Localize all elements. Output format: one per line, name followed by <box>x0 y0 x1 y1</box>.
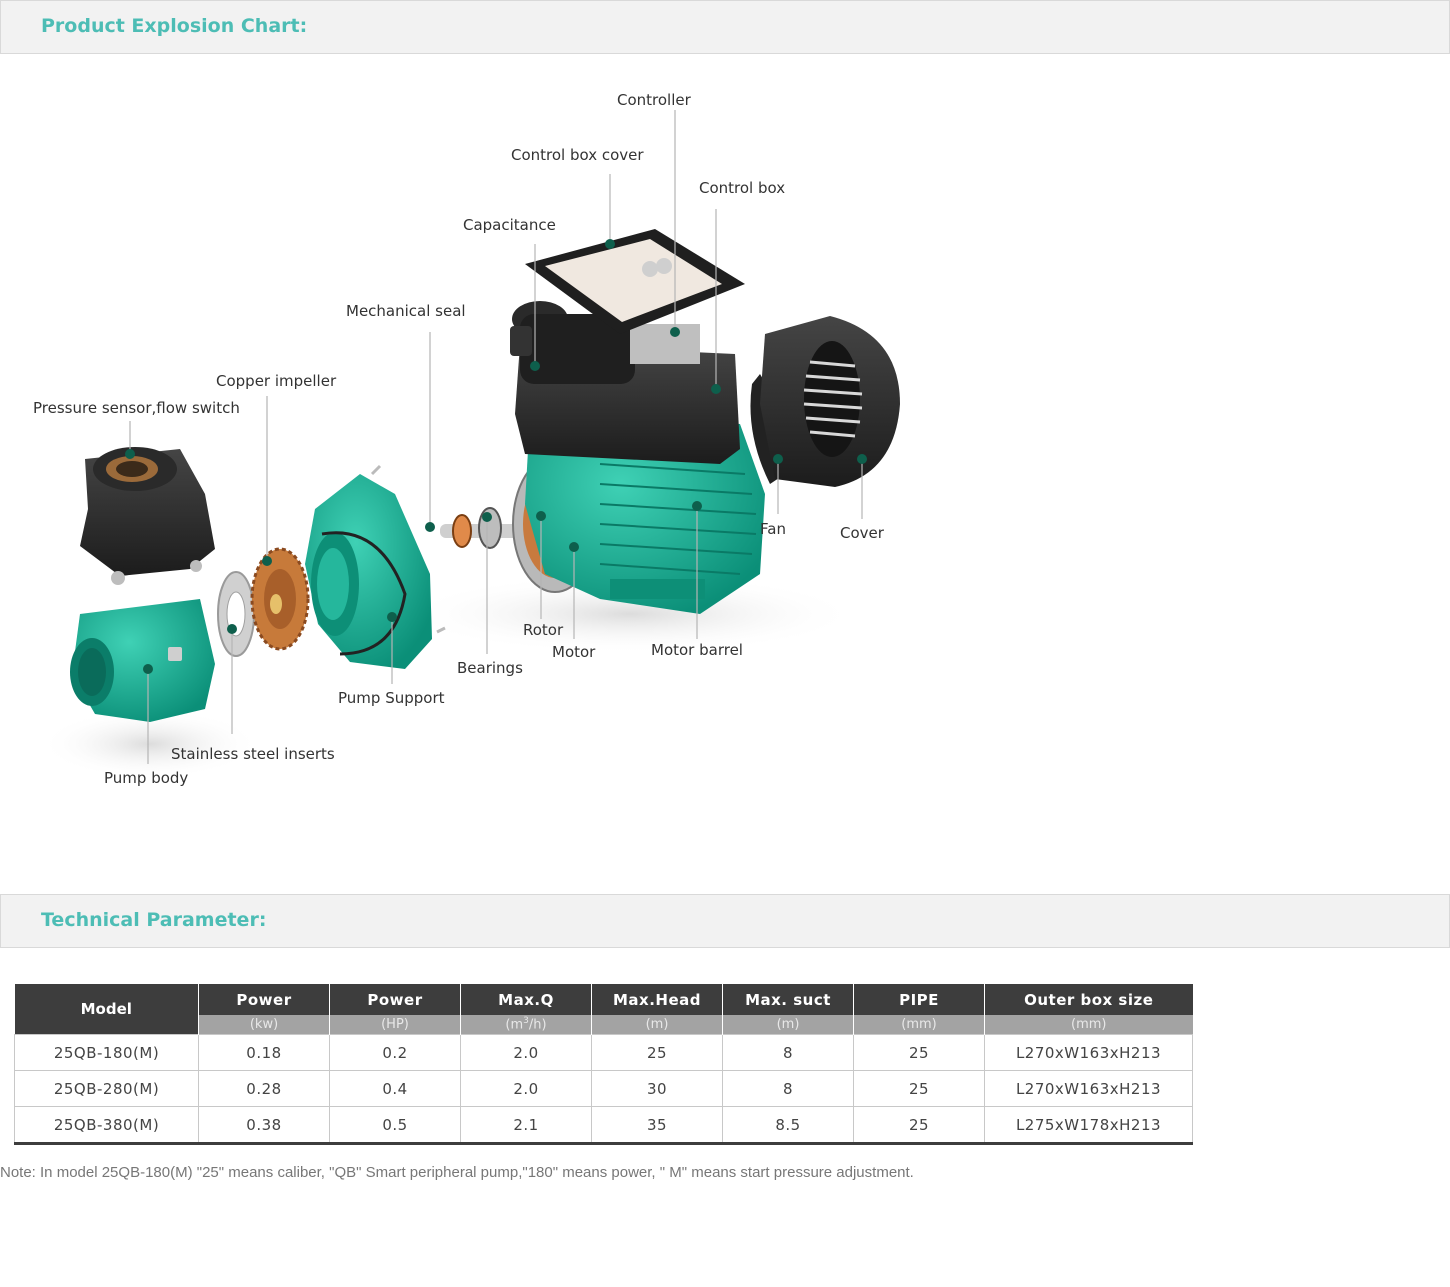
label-pressure-sensor: Pressure sensor,flow switch <box>33 399 240 417</box>
cell-box: L275xW178xH213 <box>984 1106 1193 1145</box>
cell-box: L270xW163xH213 <box>984 1070 1193 1107</box>
label-motor: Motor <box>552 643 596 661</box>
cell-maxq: 2.0 <box>460 1070 592 1107</box>
cell-pipe: 25 <box>853 1106 985 1145</box>
pump-body-part <box>70 599 215 722</box>
explosion-chart-header: Product Explosion Chart: <box>0 0 1450 54</box>
cell-power-kw: 0.28 <box>198 1070 330 1107</box>
label-rotor: Rotor <box>523 621 564 639</box>
cell-power-hp: 0.5 <box>329 1106 461 1145</box>
table-row: 25QB-180(M) 0.18 0.2 2.0 25 8 25 L270xW1… <box>14 1034 1193 1071</box>
label-pump-body: Pump body <box>104 769 189 787</box>
cell-maxsuct: 8.5 <box>722 1106 854 1145</box>
unit-maxsuct: (m) <box>722 1015 854 1035</box>
pump-exploded-illustration <box>40 110 900 779</box>
cell-maxhead: 30 <box>591 1070 723 1107</box>
header-maxsuct: Max. suct <box>722 984 854 1015</box>
unit-maxq-pre: (m <box>505 1017 524 1033</box>
label-stainless-inserts: Stainless steel inserts <box>171 745 335 763</box>
cell-maxhead: 35 <box>591 1106 723 1145</box>
cell-model: 25QB-180(M) <box>14 1034 199 1071</box>
header-power-kw: Power <box>198 984 330 1015</box>
table-row: 25QB-280(M) 0.28 0.4 2.0 30 8 25 L270xW1… <box>14 1070 1193 1107</box>
cell-power-hp: 0.4 <box>329 1070 461 1107</box>
label-copper-impeller: Copper impeller <box>216 372 337 390</box>
unit-maxq-post: /h) <box>528 1017 547 1033</box>
cell-pipe: 25 <box>853 1070 985 1107</box>
model-note: Note: In model 25QB-180(M) "25" means ca… <box>0 1164 914 1181</box>
label-cover: Cover <box>840 524 884 542</box>
unit-maxhead: (m) <box>591 1015 723 1035</box>
header-model: Model <box>14 984 199 1035</box>
cell-power-kw: 0.38 <box>198 1106 330 1145</box>
header-power-hp: Power <box>329 984 461 1015</box>
cell-power-kw: 0.18 <box>198 1034 330 1071</box>
stainless-insert-part <box>217 571 255 657</box>
spec-table: Model Power Power Max.Q Max.Head Max. su… <box>14 984 1193 1145</box>
unit-maxq: (m3/h) <box>460 1015 592 1035</box>
header-maxhead: Max.Head <box>591 984 723 1015</box>
technical-parameter-title: Technical Parameter: <box>41 909 267 931</box>
copper-impeller-part <box>250 547 310 651</box>
unit-power-kw: (kw) <box>198 1015 330 1035</box>
label-control-box-cover: Control box cover <box>511 146 644 164</box>
cell-pipe: 25 <box>853 1034 985 1071</box>
cell-maxhead: 25 <box>591 1034 723 1071</box>
label-mechanical-seal: Mechanical seal <box>346 302 466 320</box>
cell-maxsuct: 8 <box>722 1070 854 1107</box>
label-control-box: Control box <box>699 179 786 197</box>
label-bearings: Bearings <box>457 659 523 677</box>
explosion-diagram: Controller Control box cover Control box… <box>0 54 1000 854</box>
cell-maxq: 2.0 <box>460 1034 592 1071</box>
cell-model: 25QB-380(M) <box>14 1106 199 1145</box>
label-motor-barrel: Motor barrel <box>651 641 743 659</box>
label-fan: Fan <box>760 520 786 538</box>
table-row: 25QB-380(M) 0.38 0.5 2.1 35 8.5 25 L275x… <box>14 1106 1193 1145</box>
cell-maxsuct: 8 <box>722 1034 854 1071</box>
explosion-chart-title: Product Explosion Chart: <box>41 15 308 37</box>
cell-power-hp: 0.2 <box>329 1034 461 1071</box>
cell-model: 25QB-280(M) <box>14 1070 199 1107</box>
cell-box: L270xW163xH213 <box>984 1034 1193 1071</box>
pressure-sensor-part <box>80 447 215 585</box>
header-box: Outer box size <box>984 984 1193 1015</box>
header-maxq: Max.Q <box>460 984 592 1015</box>
header-pipe: PIPE <box>853 984 985 1015</box>
unit-power-hp: (HP) <box>329 1015 461 1035</box>
cell-maxq: 2.1 <box>460 1106 592 1145</box>
technical-parameter-header: Technical Parameter: <box>0 894 1450 948</box>
pump-support-part <box>305 464 446 669</box>
label-controller: Controller <box>617 91 691 109</box>
label-capacitance: Capacitance <box>463 216 556 234</box>
unit-box: (mm) <box>984 1015 1193 1035</box>
unit-pipe: (mm) <box>853 1015 985 1035</box>
table-header-row: Model Power Power Max.Q Max.Head Max. su… <box>14 984 1193 1035</box>
label-pump-support: Pump Support <box>338 689 445 707</box>
